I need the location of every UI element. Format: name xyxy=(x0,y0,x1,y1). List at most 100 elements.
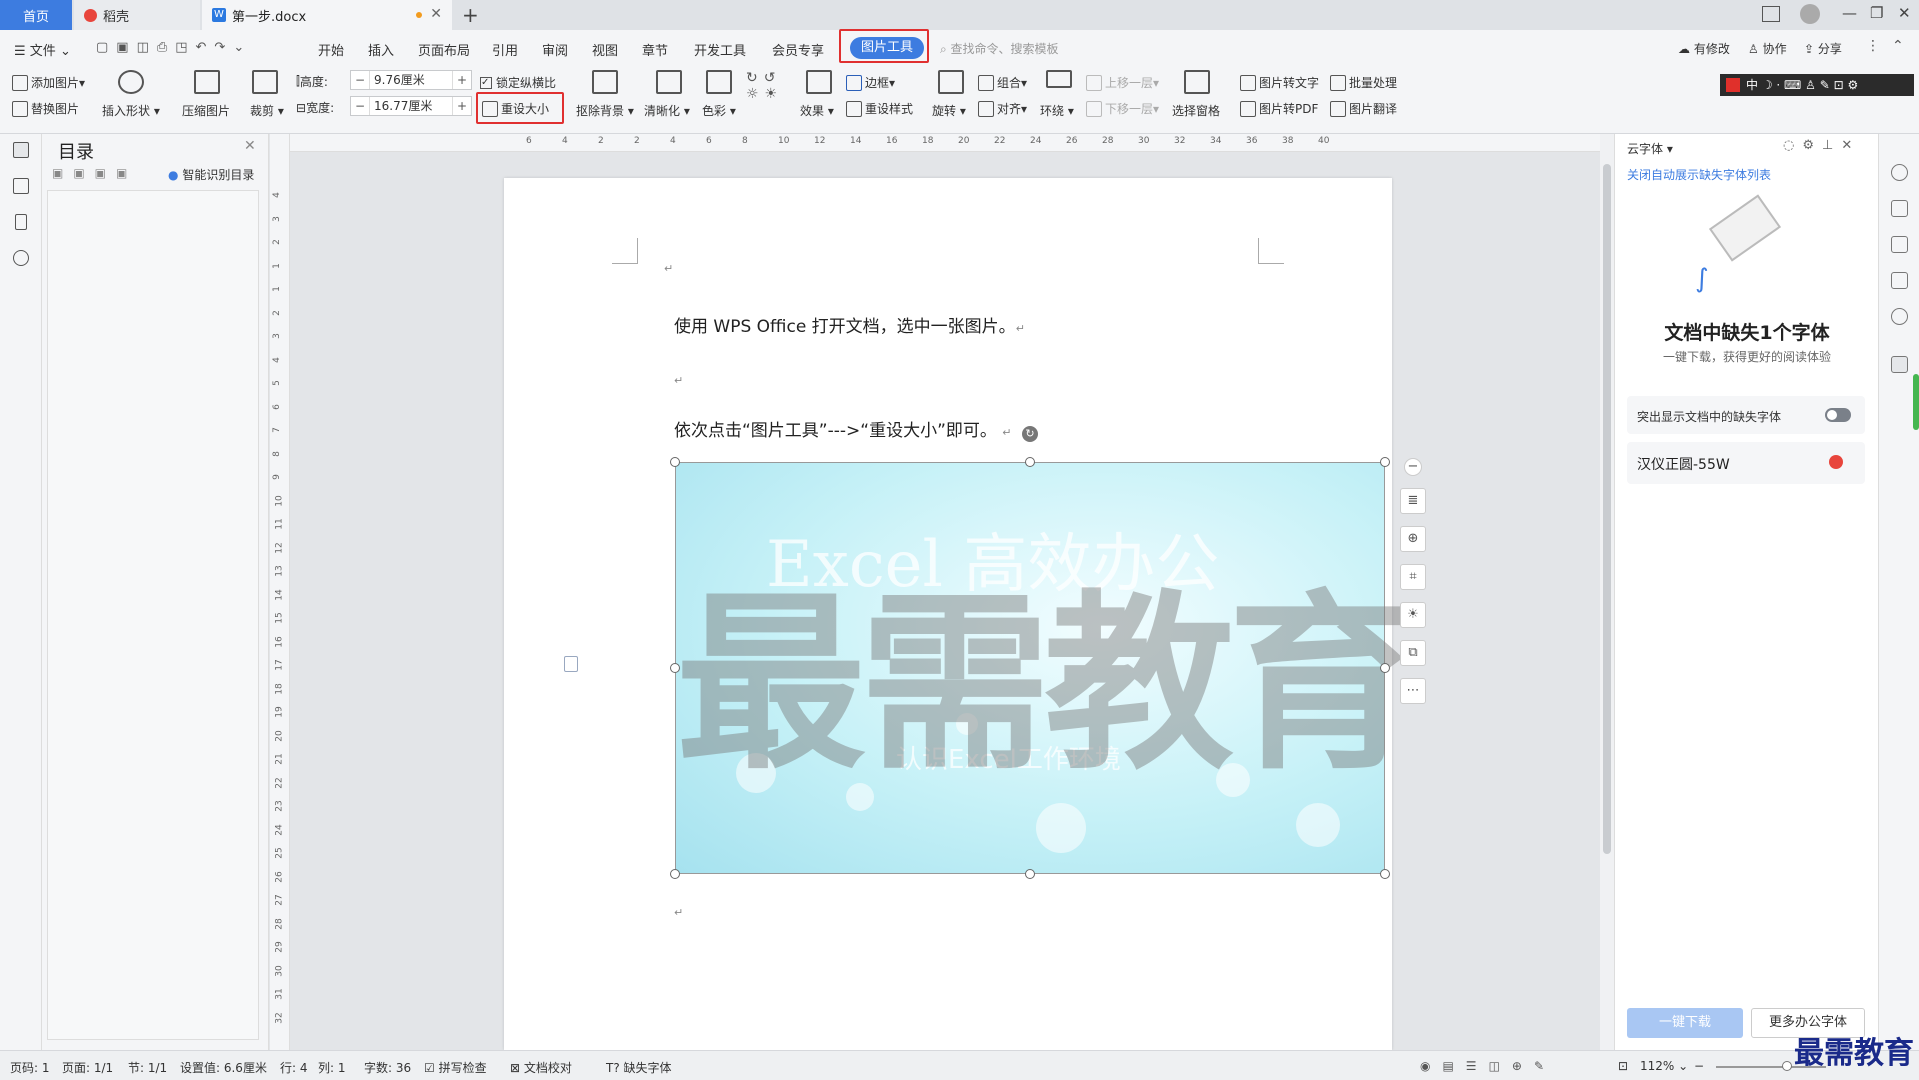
menu-reference[interactable]: 引用 xyxy=(492,40,518,59)
collaborate-button[interactable]: ♙ 协作 xyxy=(1748,40,1787,57)
image-translate-button[interactable]: 图片翻译 xyxy=(1330,100,1397,117)
tab-document[interactable]: W 第一步.docx ✕ xyxy=(202,0,452,30)
zoom-out-icon[interactable]: − xyxy=(1694,1059,1704,1073)
rotate-adjust-icons[interactable]: ↻↺ ☼☀ xyxy=(746,70,783,102)
tab-home[interactable]: 首页 xyxy=(0,0,72,30)
insert-shape-button[interactable]: 插入形状 ▾ xyxy=(102,102,160,119)
selection-pane-button[interactable]: 选择窗格 xyxy=(1172,102,1220,119)
zoom-icon[interactable]: ⊕ xyxy=(1400,526,1426,552)
rotate-handle-icon[interactable]: ↻ xyxy=(1022,426,1038,442)
align-button[interactable]: 对齐 ▾ xyxy=(978,100,1027,117)
menu-view[interactable]: 视图 xyxy=(592,40,618,59)
doc-line-1[interactable]: 使用 WPS Office 打开文档，选中一张图片。↵ xyxy=(674,312,1025,337)
group-button[interactable]: 组合 ▾ xyxy=(978,74,1027,91)
restore-icon[interactable]: ❐ xyxy=(1870,4,1883,22)
menu-insert[interactable]: 插入 xyxy=(368,40,394,59)
download-font-icon[interactable] xyxy=(1829,455,1843,469)
tab-daoke[interactable]: 稻壳 xyxy=(74,0,200,30)
status-page[interactable]: 页码: 1 xyxy=(10,1059,50,1076)
find-icon[interactable] xyxy=(13,250,29,266)
style-icon[interactable] xyxy=(1891,164,1908,181)
font-item[interactable]: 汉仪正圆-55W xyxy=(1627,442,1865,484)
compress-button[interactable]: 压缩图片 xyxy=(182,102,230,119)
bulb-icon[interactable]: ☀ xyxy=(1400,602,1426,628)
vertical-ruler[interactable]: 4 3 2 1 1 2 3 4 5 6 7 8 9 10 11 12 13 14 15 16 17 18 19 20 21 22 2… xyxy=(270,134,290,1050)
menu-member[interactable]: 会员专享 xyxy=(772,40,824,59)
color-button[interactable]: 色彩 ▾ xyxy=(702,102,736,119)
missing-font-button[interactable]: T? 缺失字体 xyxy=(606,1059,672,1076)
view-mode-icons[interactable]: ◉▤☰◫⊕✎ xyxy=(1420,1059,1556,1073)
lock-ratio-checkbox[interactable]: ✓ 锁定纵横比 xyxy=(480,74,556,91)
image-to-pdf-button[interactable]: 图片转PDF xyxy=(1240,100,1318,117)
menu-layout[interactable]: 页面布局 xyxy=(418,40,470,59)
zoom-level[interactable]: 112% ⌄ xyxy=(1640,1059,1688,1073)
send-backward-button[interactable]: 下移一层 ▾ xyxy=(1086,100,1159,117)
menu-review[interactable]: 审阅 xyxy=(542,40,568,59)
vertical-scrollbar[interactable] xyxy=(1600,134,1614,1050)
status-col[interactable]: 列: 1 xyxy=(318,1059,346,1076)
horizontal-ruler[interactable]: 6 4 2 2 4 6 8 10 12 14 16 18 20 22 24 26 28 30 32 34 36 38 40 xyxy=(290,134,1600,152)
crop-button[interactable]: 裁剪 ▾ xyxy=(250,102,284,119)
menu-file[interactable]: ☰ 文件 ⌄ xyxy=(14,40,71,59)
share-button[interactable]: ⇪ 分享 xyxy=(1804,40,1842,57)
width-input[interactable]: −16.77厘米 + xyxy=(350,96,472,116)
replace-image-button[interactable]: 替换图片 xyxy=(12,100,79,117)
bring-forward-button[interactable]: 上移一层 ▾ xyxy=(1086,74,1159,91)
wrap-button[interactable]: 环绕 ▾ xyxy=(1040,102,1074,119)
status-words[interactable]: 字数: 36 xyxy=(364,1059,411,1076)
close-auto-show-link[interactable]: 关闭自动展示缺失字体列表 xyxy=(1627,166,1771,183)
panel-title[interactable]: 云字体 ▾ xyxy=(1627,140,1673,157)
quick-access-toolbar[interactable]: ▢▣◫⎙◳↶↷⌄ xyxy=(96,40,252,55)
close-window-icon[interactable]: ✕ xyxy=(1898,4,1911,22)
proofread-button[interactable]: ⊠ 文档校对 xyxy=(510,1059,572,1076)
wrap-text-icon[interactable]: ≣ xyxy=(1400,488,1426,514)
batch-process-button[interactable]: 批量处理 xyxy=(1330,74,1397,91)
scroll-thumb[interactable] xyxy=(1603,164,1611,854)
ime-toolbar[interactable]: 中 ☽ ⋅ ⌨ ♙ ✎ ⊡ ⚙ xyxy=(1720,74,1914,96)
image-to-text-button[interactable]: 图片转文字 xyxy=(1240,74,1319,91)
one-click-download-button[interactable]: 一键下载 xyxy=(1627,1008,1743,1038)
help-icon[interactable] xyxy=(1891,308,1908,325)
toc-icon[interactable] xyxy=(13,142,29,158)
menu-start[interactable]: 开始 xyxy=(318,40,344,59)
remove-bg-button[interactable]: 抠除背景 ▾ xyxy=(576,102,634,119)
select-icon[interactable] xyxy=(1891,236,1908,253)
reset-style-button[interactable]: 重设样式 xyxy=(846,100,913,117)
command-search[interactable]: ⌕ 查找命令、搜索模板 xyxy=(940,40,1059,57)
crop-float-icon[interactable]: ⌗ xyxy=(1400,564,1426,590)
sharpen-button[interactable]: 清晰化 ▾ xyxy=(644,102,690,119)
settings-sliders-icon[interactable] xyxy=(1891,272,1908,289)
layout-icon[interactable] xyxy=(1762,6,1780,22)
new-tab-button[interactable]: + xyxy=(462,3,479,27)
fit-page-icon[interactable]: ⊡ xyxy=(1618,1059,1628,1073)
status-section[interactable]: 节: 1/1 xyxy=(128,1059,167,1076)
has-changes-button[interactable]: ☁ 有修改 xyxy=(1678,40,1730,57)
minimize-icon[interactable]: — xyxy=(1842,4,1857,22)
smart-toc-button[interactable]: ● 智能识别目录 xyxy=(168,166,254,183)
collapse-icon[interactable]: − xyxy=(1404,458,1422,476)
menu-developer[interactable]: 开发工具 xyxy=(694,40,746,59)
font-T-icon[interactable] xyxy=(1891,356,1908,373)
effect-button[interactable]: 效果 ▾ xyxy=(800,102,834,119)
highlight-toggle[interactable] xyxy=(1825,408,1851,422)
height-input[interactable]: −9.76厘米 + xyxy=(350,70,472,90)
toc-level-buttons[interactable]: ▣▣▣▣ xyxy=(52,166,137,180)
edit-icon[interactable] xyxy=(1891,200,1908,217)
rotate-button[interactable]: 旋转 ▾ xyxy=(932,102,966,119)
collapse-ribbon-icon[interactable]: ⌃ xyxy=(1892,38,1904,54)
doc-line-2[interactable]: 依次点击“图片工具”--->“重设大小”即可。 ↵ xyxy=(674,416,1012,441)
border-button[interactable]: 边框 ▾ xyxy=(846,74,895,91)
more-options-icon[interactable]: ⋯ xyxy=(1400,678,1426,704)
panel-actions[interactable]: ◌⚙⊥✕ xyxy=(1783,138,1860,153)
bookmark-icon[interactable] xyxy=(15,214,27,230)
copy-icon[interactable]: ⧉ xyxy=(1400,640,1426,666)
layout-options-icon[interactable] xyxy=(564,656,578,672)
more-icon[interactable]: ⋮ xyxy=(1866,38,1880,54)
nav-pane-icon[interactable] xyxy=(13,178,29,194)
close-tab-icon[interactable]: ✕ xyxy=(430,6,442,22)
status-pages[interactable]: 页面: 1/1 xyxy=(62,1059,113,1076)
close-toc-icon[interactable]: ✕ xyxy=(244,138,256,154)
status-row[interactable]: 行: 4 xyxy=(280,1059,308,1076)
toc-list[interactable] xyxy=(47,190,259,1040)
spell-check-button[interactable]: ☑ 拼写检查 xyxy=(424,1059,487,1076)
